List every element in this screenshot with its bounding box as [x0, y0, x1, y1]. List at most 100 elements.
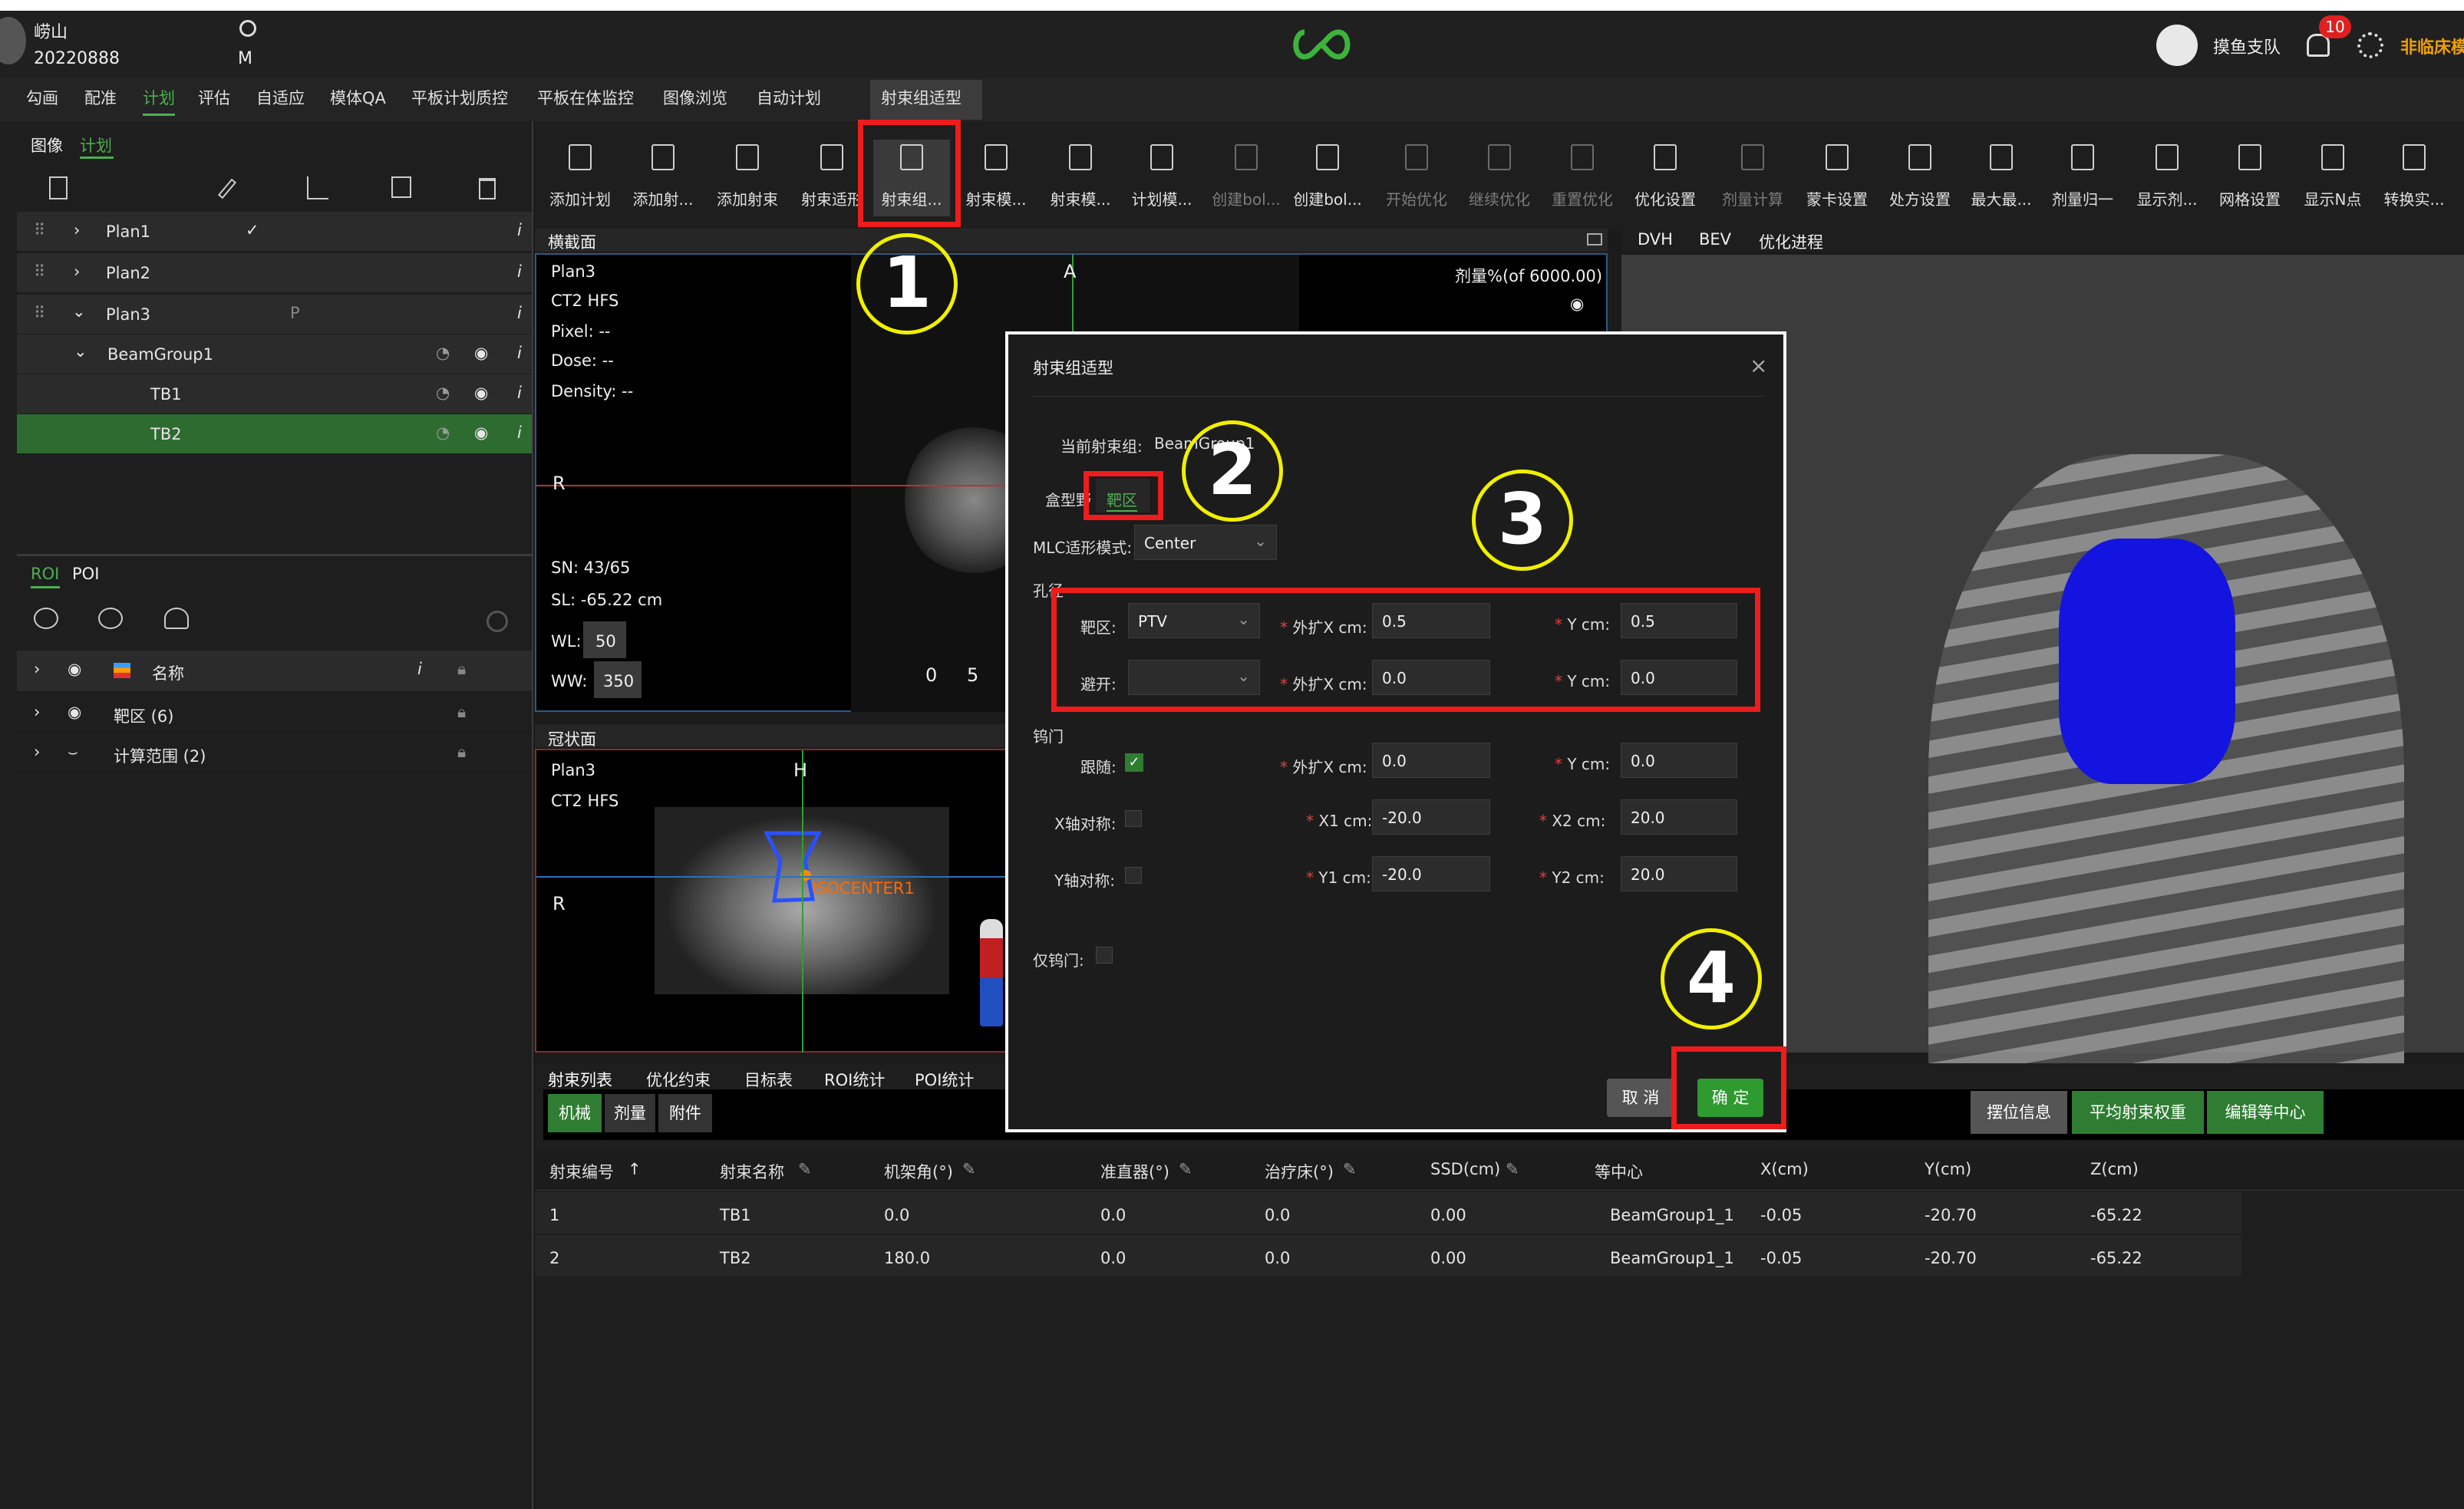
- refresh-icon[interactable]: [487, 611, 508, 632]
- drag-handle-icon[interactable]: ⠿: [34, 221, 45, 239]
- roi-row-calc-range[interactable]: › ⌣ 计算范围 (2) 🔒︎: [17, 733, 532, 772]
- tab-bev[interactable]: BEV: [1699, 230, 1731, 249]
- toolbar-button-23[interactable]: 转换实...: [2376, 140, 2452, 216]
- menu-adaptive[interactable]: 自适应: [256, 86, 305, 109]
- eye-icon[interactable]: ◉: [68, 660, 81, 678]
- drag-handle-icon[interactable]: ⠿: [34, 304, 45, 322]
- menu-image-browse[interactable]: 图像浏览: [663, 86, 727, 109]
- plan-list-icon[interactable]: [49, 176, 68, 199]
- beam-row-tb1[interactable]: TB1 ◔ ◉ i: [17, 374, 532, 414]
- info-icon[interactable]: i: [517, 423, 522, 442]
- edit-pencil-icon[interactable]: ✎: [1179, 1160, 1192, 1178]
- menu-phantom-qa[interactable]: 模体QA: [330, 86, 386, 109]
- toolbar-button-22[interactable]: 显示N点: [2294, 140, 2371, 216]
- toolbar-button-15[interactable]: 剂量计算: [1714, 140, 1791, 216]
- trash-icon[interactable]: [479, 178, 496, 199]
- menu-beam-group-conform[interactable]: 射束组适型: [881, 86, 962, 109]
- col-collimator[interactable]: 准直器(°): [1100, 1160, 1169, 1183]
- edit-isocenter-button[interactable]: 编辑等中心: [2207, 1091, 2324, 1134]
- panel-divider[interactable]: [17, 554, 532, 556]
- menu-panel-plan-qc[interactable]: 平板计划质控: [411, 86, 508, 109]
- beamgroup-row[interactable]: ⌄ BeamGroup1 ◔ ◉ i: [17, 334, 532, 374]
- avatar[interactable]: [0, 17, 26, 64]
- table-row[interactable]: [535, 1235, 2241, 1277]
- sort-asc-icon[interactable]: ↑: [628, 1160, 642, 1178]
- eye-closed-icon[interactable]: ⌣: [68, 743, 78, 762]
- col-y[interactable]: Y(cm): [1925, 1160, 1971, 1178]
- chevron-down-icon[interactable]: ⌄: [72, 302, 86, 321]
- toolbar-button-9[interactable]: 创建bol...: [1208, 140, 1285, 216]
- axial-eye-icon[interactable]: ◉: [1570, 295, 1584, 313]
- lock-icon[interactable]: 🔒︎: [457, 743, 466, 762]
- tab-poi-stats[interactable]: POI统计: [915, 1068, 974, 1091]
- info-icon[interactable]: i: [517, 384, 522, 402]
- roi-tool-1-icon[interactable]: [34, 608, 58, 629]
- beam-eye-icon[interactable]: ◔: [436, 384, 450, 402]
- x2-input[interactable]: 20.0: [1621, 799, 1737, 835]
- menu-evaluate[interactable]: 评估: [198, 86, 230, 109]
- beam-add-icon[interactable]: [307, 176, 328, 199]
- toolbar-button-19[interactable]: 剂量归一: [2044, 140, 2121, 216]
- plan-row-plan1[interactable]: ⠿ › Plan1 ✓ i: [17, 212, 532, 252]
- toolbar-button-8[interactable]: 计划模...: [1123, 140, 1200, 216]
- col-x[interactable]: X(cm): [1760, 1160, 1809, 1178]
- info-icon[interactable]: i: [417, 660, 422, 678]
- info-icon[interactable]: i: [517, 262, 522, 281]
- tab-opt-constraints[interactable]: 优化约束: [646, 1068, 711, 1091]
- lock-icon[interactable]: 🔒︎: [457, 703, 466, 722]
- toolbar-button-18[interactable]: 最大最...: [1963, 140, 2040, 216]
- chevron-right-icon[interactable]: ›: [74, 262, 80, 281]
- average-beam-weight-button[interactable]: 平均射束权重: [2072, 1091, 2204, 1134]
- follow-y-input[interactable]: 0.0: [1621, 743, 1737, 778]
- mlc-mode-select[interactable]: Center ⌄: [1134, 525, 1277, 560]
- toolbar-button-16[interactable]: 蒙卡设置: [1799, 140, 1875, 216]
- roi-row-target[interactable]: › ◉ 靶区 (6) 🔒︎: [17, 694, 532, 732]
- roi-tool-2-icon[interactable]: [98, 608, 123, 629]
- chevron-right-icon[interactable]: ›: [34, 703, 40, 721]
- toolbar-button-13[interactable]: 重置优化: [1544, 140, 1621, 216]
- tab-image[interactable]: 图像: [31, 133, 63, 157]
- gear-icon[interactable]: [2357, 32, 2383, 58]
- edit-icon[interactable]: [217, 178, 237, 199]
- roi-tool-3-icon[interactable]: [164, 608, 189, 629]
- menu-plan[interactable]: 计划: [143, 86, 175, 116]
- col-couch[interactable]: 治疗床(°): [1265, 1160, 1334, 1183]
- tab-beam-list[interactable]: 射束列表: [548, 1068, 612, 1091]
- y-sym-checkbox[interactable]: [1125, 867, 1142, 884]
- beam-eye-icon[interactable]: ◔: [436, 423, 450, 442]
- edit-pencil-icon[interactable]: ✎: [798, 1160, 812, 1178]
- eye-icon[interactable]: ◉: [474, 344, 488, 362]
- follow-checkbox[interactable]: ✓: [1125, 753, 1143, 772]
- toolbar-button-2[interactable]: 添加射...: [625, 140, 701, 216]
- toolbar-button-1[interactable]: 添加计划: [542, 140, 618, 216]
- eye-icon[interactable]: ◉: [474, 423, 488, 442]
- tab-poi[interactable]: POI: [72, 565, 99, 583]
- chevron-down-icon[interactable]: ⌄: [74, 342, 87, 361]
- y1-input[interactable]: -20.0: [1372, 856, 1490, 891]
- toolbar-button-20[interactable]: 显示剂...: [2129, 140, 2205, 216]
- follow-expand-x-input[interactable]: 0.0: [1372, 743, 1490, 778]
- chevron-right-icon[interactable]: ›: [34, 743, 40, 761]
- setup-info-button[interactable]: 摆位信息: [1971, 1091, 2067, 1134]
- toolbar-button-7[interactable]: 射束模...: [1042, 140, 1119, 216]
- drag-handle-icon[interactable]: ⠿: [34, 262, 45, 281]
- maximize-icon[interactable]: [1587, 233, 1602, 245]
- info-icon[interactable]: i: [517, 221, 522, 239]
- col-beam-name[interactable]: 射束名称: [720, 1160, 784, 1183]
- info-icon[interactable]: i: [517, 344, 522, 362]
- close-icon[interactable]: ×: [1750, 353, 1767, 378]
- menu-auto-plan[interactable]: 自动计划: [757, 86, 821, 109]
- chevron-right-icon[interactable]: ›: [74, 221, 80, 239]
- tab-plan[interactable]: 计划: [80, 133, 112, 157]
- col-isocenter[interactable]: 等中心: [1595, 1160, 1643, 1183]
- info-icon[interactable]: i: [517, 304, 522, 322]
- menu-contour[interactable]: 勾画: [26, 86, 58, 109]
- eye-icon[interactable]: ◉: [474, 384, 488, 402]
- plan-row-plan3[interactable]: ⠿ ⌄ Plan3 P i: [17, 295, 532, 334]
- tab-roi-stats[interactable]: ROI统计: [824, 1068, 885, 1091]
- subtab-dose[interactable]: 剂量: [605, 1094, 655, 1132]
- toolbar-button-14[interactable]: 优化设置: [1627, 140, 1704, 216]
- user-avatar[interactable]: [2156, 25, 2198, 66]
- eye-icon[interactable]: ◉: [68, 703, 81, 721]
- tab-opt-progress[interactable]: 优化进程: [1759, 230, 1823, 253]
